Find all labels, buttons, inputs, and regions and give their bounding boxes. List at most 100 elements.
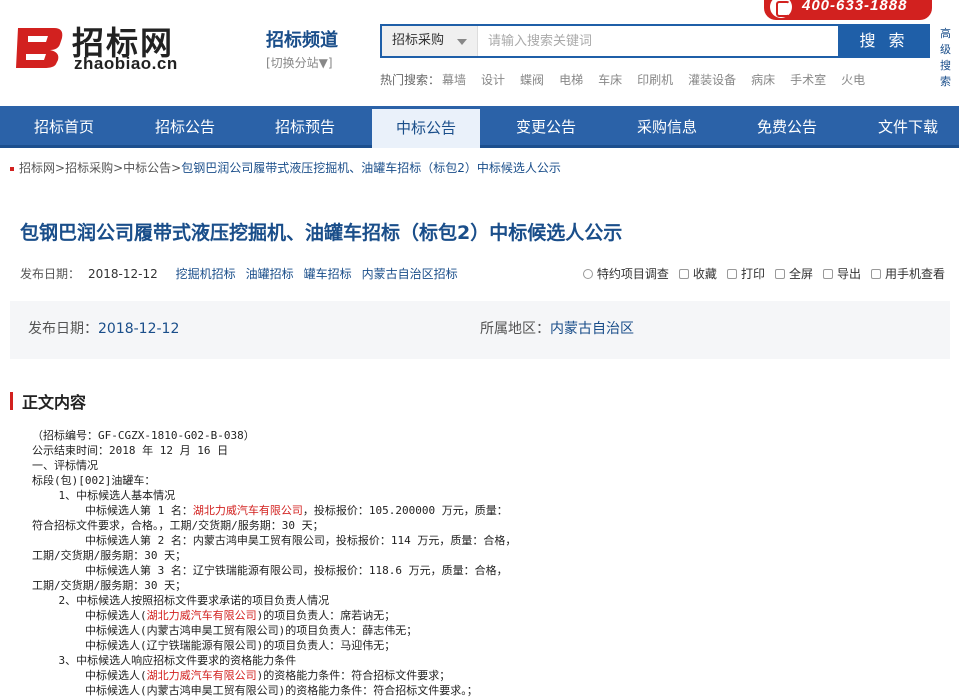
channel: 招标频道 [切换分站▼] <box>266 26 338 71</box>
header: 招标网 zhaobiao.cn 招标频道 [切换分站▼] 招标采购 搜 索 热门… <box>0 0 959 106</box>
content-line: （招标编号：GF-CGZX-1810-G02-B-038） <box>32 428 932 443</box>
content-text: 3、中标候选人响应招标文件要求的资格能力条件 <box>32 654 297 667</box>
search-category-select[interactable]: 招标采购 <box>382 26 478 56</box>
breadcrumb-current[interactable]: 包钢巴润公司履带式液压挖掘机、油罐车招标（标包2）中标候选人公示 <box>181 161 561 175</box>
company-link[interactable]: 湖北力威汽车有限公司 <box>147 609 257 622</box>
content-line: 工期/交货期/服务期：30 天； <box>32 548 932 563</box>
info-region: 所属地区：内蒙古自治区 <box>480 318 634 338</box>
company-link[interactable]: 湖北力威汽车有限公司 <box>147 669 257 682</box>
content-text: 符合招标文件要求，合格。，工期/交货期/服务期：30 天； <box>32 519 324 532</box>
content-text: 标段(包)[002]油罐车： <box>32 474 156 487</box>
content-text: 工期/交货期/服务期：30 天； <box>32 549 187 562</box>
hot-keyword-link[interactable]: 幕墙 <box>442 73 466 87</box>
advanced-search-text-2: 搜索 <box>940 59 951 88</box>
content-text: 中标候选人第 1 名： <box>32 504 193 517</box>
breadcrumb-link[interactable]: 招标采购 <box>65 161 113 175</box>
channel-title: 招标频道 <box>266 30 338 51</box>
fullscreen-icon <box>774 269 785 279</box>
article-tools: 特约项目调查 收藏 打印 全屏 导出 用手机查看 <box>573 265 945 282</box>
search-category-label: 招标采购 <box>392 33 445 48</box>
section-bar <box>10 392 13 410</box>
section-title: 正文内容 <box>22 393 87 412</box>
content-line: 2、中标候选人按照招标文件要求承诺的项目负责人情况 <box>32 593 932 608</box>
breadcrumb-link[interactable]: 中标公告 <box>123 161 171 175</box>
hot-search: 热门搜索： 幕墙 设计 蝶阀 电梯 车床 印刷机 灌装设备 病床 手术室 火电 <box>380 71 880 88</box>
content-line: 中标候选人第 1 名：湖北力威汽车有限公司，投标报价：105.200000 万元… <box>32 503 932 518</box>
breadcrumb: 招标网>招标采购>中标公告>包钢巴润公司履带式液压挖掘机、油罐车招标（标包2）中… <box>10 159 561 176</box>
tool-export-button[interactable]: 导出 <box>822 267 861 281</box>
tool-label: 用手机查看 <box>884 267 945 281</box>
content-line: 中标候选人(辽宁铁瑞能源有限公司)的项目负责人：马迎伟无； <box>32 638 932 653</box>
advanced-search-link[interactable]: 高级 搜索 <box>940 26 959 90</box>
nav-item[interactable]: 招标公告 <box>131 106 239 148</box>
tool-mobile-button[interactable]: 用手机查看 <box>870 267 945 281</box>
content-line: 标段(包)[002]油罐车： <box>32 473 932 488</box>
content-text: 中标候选人(辽宁铁瑞能源有限公司)的项目负责人：马迎伟无； <box>32 639 396 652</box>
content-line: 工期/交货期/服务期：30 天； <box>32 578 932 593</box>
tool-label: 全屏 <box>788 267 813 281</box>
article-content: （招标编号：GF-CGZX-1810-G02-B-038） 公示结束时间：2018… <box>32 428 932 698</box>
content-line: 中标候选人第 3 名：辽宁铁瑞能源有限公司，投标报价：118.6 万元，质量：合… <box>32 563 932 578</box>
page-title: 包钢巴润公司履带式液压挖掘机、油罐车招标（标包2）中标候选人公示 <box>20 222 623 244</box>
hot-keyword-link[interactable]: 蝶阀 <box>520 73 544 87</box>
search-input[interactable] <box>478 26 840 56</box>
content-line: 中标候选人(湖北力威汽车有限公司)的资格能力条件：符合招标文件要求； <box>32 668 932 683</box>
tool-label: 特约项目调查 <box>596 267 669 281</box>
hot-keyword-link[interactable]: 灌装设备 <box>688 73 736 87</box>
article-tag-link[interactable]: 罐车招标 <box>304 267 352 281</box>
content-text: )的项目负责人：席若讷无； <box>256 609 396 622</box>
phone-icon <box>770 0 792 18</box>
content-text: 中标候选人第 2 名：内蒙古鸿申昊工贸有限公司，投标报价：114 万元，质量：合… <box>32 534 517 547</box>
tool-label: 收藏 <box>692 267 717 281</box>
content-line: 中标候选人(内蒙古鸿申昊工贸有限公司)的资格能力条件：符合招标文件要求。； <box>32 683 932 698</box>
breadcrumb-separator: > <box>55 161 66 175</box>
hot-keyword-link[interactable]: 车床 <box>598 73 622 87</box>
star-icon <box>678 269 689 279</box>
chevron-down-icon <box>457 39 467 45</box>
nav-item[interactable]: 招标预告 <box>251 106 359 148</box>
tool-search-button[interactable]: 特约项目调查 <box>582 267 669 281</box>
hot-keyword-link[interactable]: 印刷机 <box>637 73 673 87</box>
nav-item[interactable]: 采购信息 <box>613 106 721 148</box>
nav-item[interactable]: 文件下载 <box>854 106 959 148</box>
logo-en-text: zhaobiao.cn <box>74 54 178 73</box>
search-bar: 招标采购 搜 索 <box>380 24 930 58</box>
info-region-label: 所属地区： <box>480 321 550 337</box>
breadcrumb-link[interactable]: 招标网 <box>19 161 55 175</box>
nav-item[interactable]: 中标公告 <box>372 106 480 148</box>
article-tag-link[interactable]: 油罐招标 <box>246 267 294 281</box>
search-button[interactable]: 搜 索 <box>838 24 930 58</box>
info-region-value[interactable]: 内蒙古自治区 <box>550 321 634 337</box>
content-line: 公示结束时间：2018 年 12 月 16 日 <box>32 443 932 458</box>
site-logo[interactable]: 招标网 zhaobiao.cn <box>14 18 194 74</box>
content-text: 公示结束时间：2018 年 12 月 16 日 <box>32 444 229 457</box>
hot-keyword-link[interactable]: 电梯 <box>559 73 583 87</box>
content-text: 一、评标情况 <box>32 459 98 472</box>
tool-print-button[interactable]: 打印 <box>726 267 765 281</box>
content-line: 3、中标候选人响应招标文件要求的资格能力条件 <box>32 653 932 668</box>
article-tag-link[interactable]: 内蒙古自治区招标 <box>362 267 458 281</box>
channel-switch-link[interactable]: [切换分站▼] <box>266 54 338 71</box>
hot-keyword-link[interactable]: 设计 <box>481 73 505 87</box>
article-meta: 发布日期： 2018-12-12 挖掘机招标 油罐招标 罐车招标 内蒙古自治区招标 <box>20 265 468 282</box>
search-icon <box>582 269 593 279</box>
nav-item[interactable]: 变更公告 <box>492 106 600 148</box>
tool-fullscreen-button[interactable]: 全屏 <box>774 267 813 281</box>
tool-label: 打印 <box>740 267 765 281</box>
company-link[interactable]: 湖北力威汽车有限公司 <box>193 504 303 517</box>
content-text: 中标候选人(内蒙古鸿申昊工贸有限公司)的项目负责人：薛志伟无； <box>32 624 418 637</box>
info-date-value: 2018-12-12 <box>98 321 180 337</box>
content-line: 中标候选人(湖北力威汽车有限公司)的项目负责人：席若讷无； <box>32 608 932 623</box>
article-tag-link[interactable]: 挖掘机招标 <box>176 267 236 281</box>
content-text: 2、中标候选人按照招标文件要求承诺的项目负责人情况 <box>32 594 330 607</box>
hot-keyword-link[interactable]: 病床 <box>751 73 775 87</box>
content-text: 1、中标候选人基本情况 <box>32 489 176 502</box>
hot-keyword-link[interactable]: 火电 <box>841 73 865 87</box>
hot-keyword-link[interactable]: 手术室 <box>790 73 826 87</box>
nav-item[interactable]: 招标首页 <box>10 106 118 148</box>
breadcrumb-separator: > <box>113 161 124 175</box>
info-date: 发布日期：2018-12-12 <box>28 318 179 338</box>
nav-item[interactable]: 免费公告 <box>733 106 841 148</box>
info-box: 发布日期：2018-12-12 所属地区：内蒙古自治区 <box>10 301 950 359</box>
tool-star-button[interactable]: 收藏 <box>678 267 717 281</box>
